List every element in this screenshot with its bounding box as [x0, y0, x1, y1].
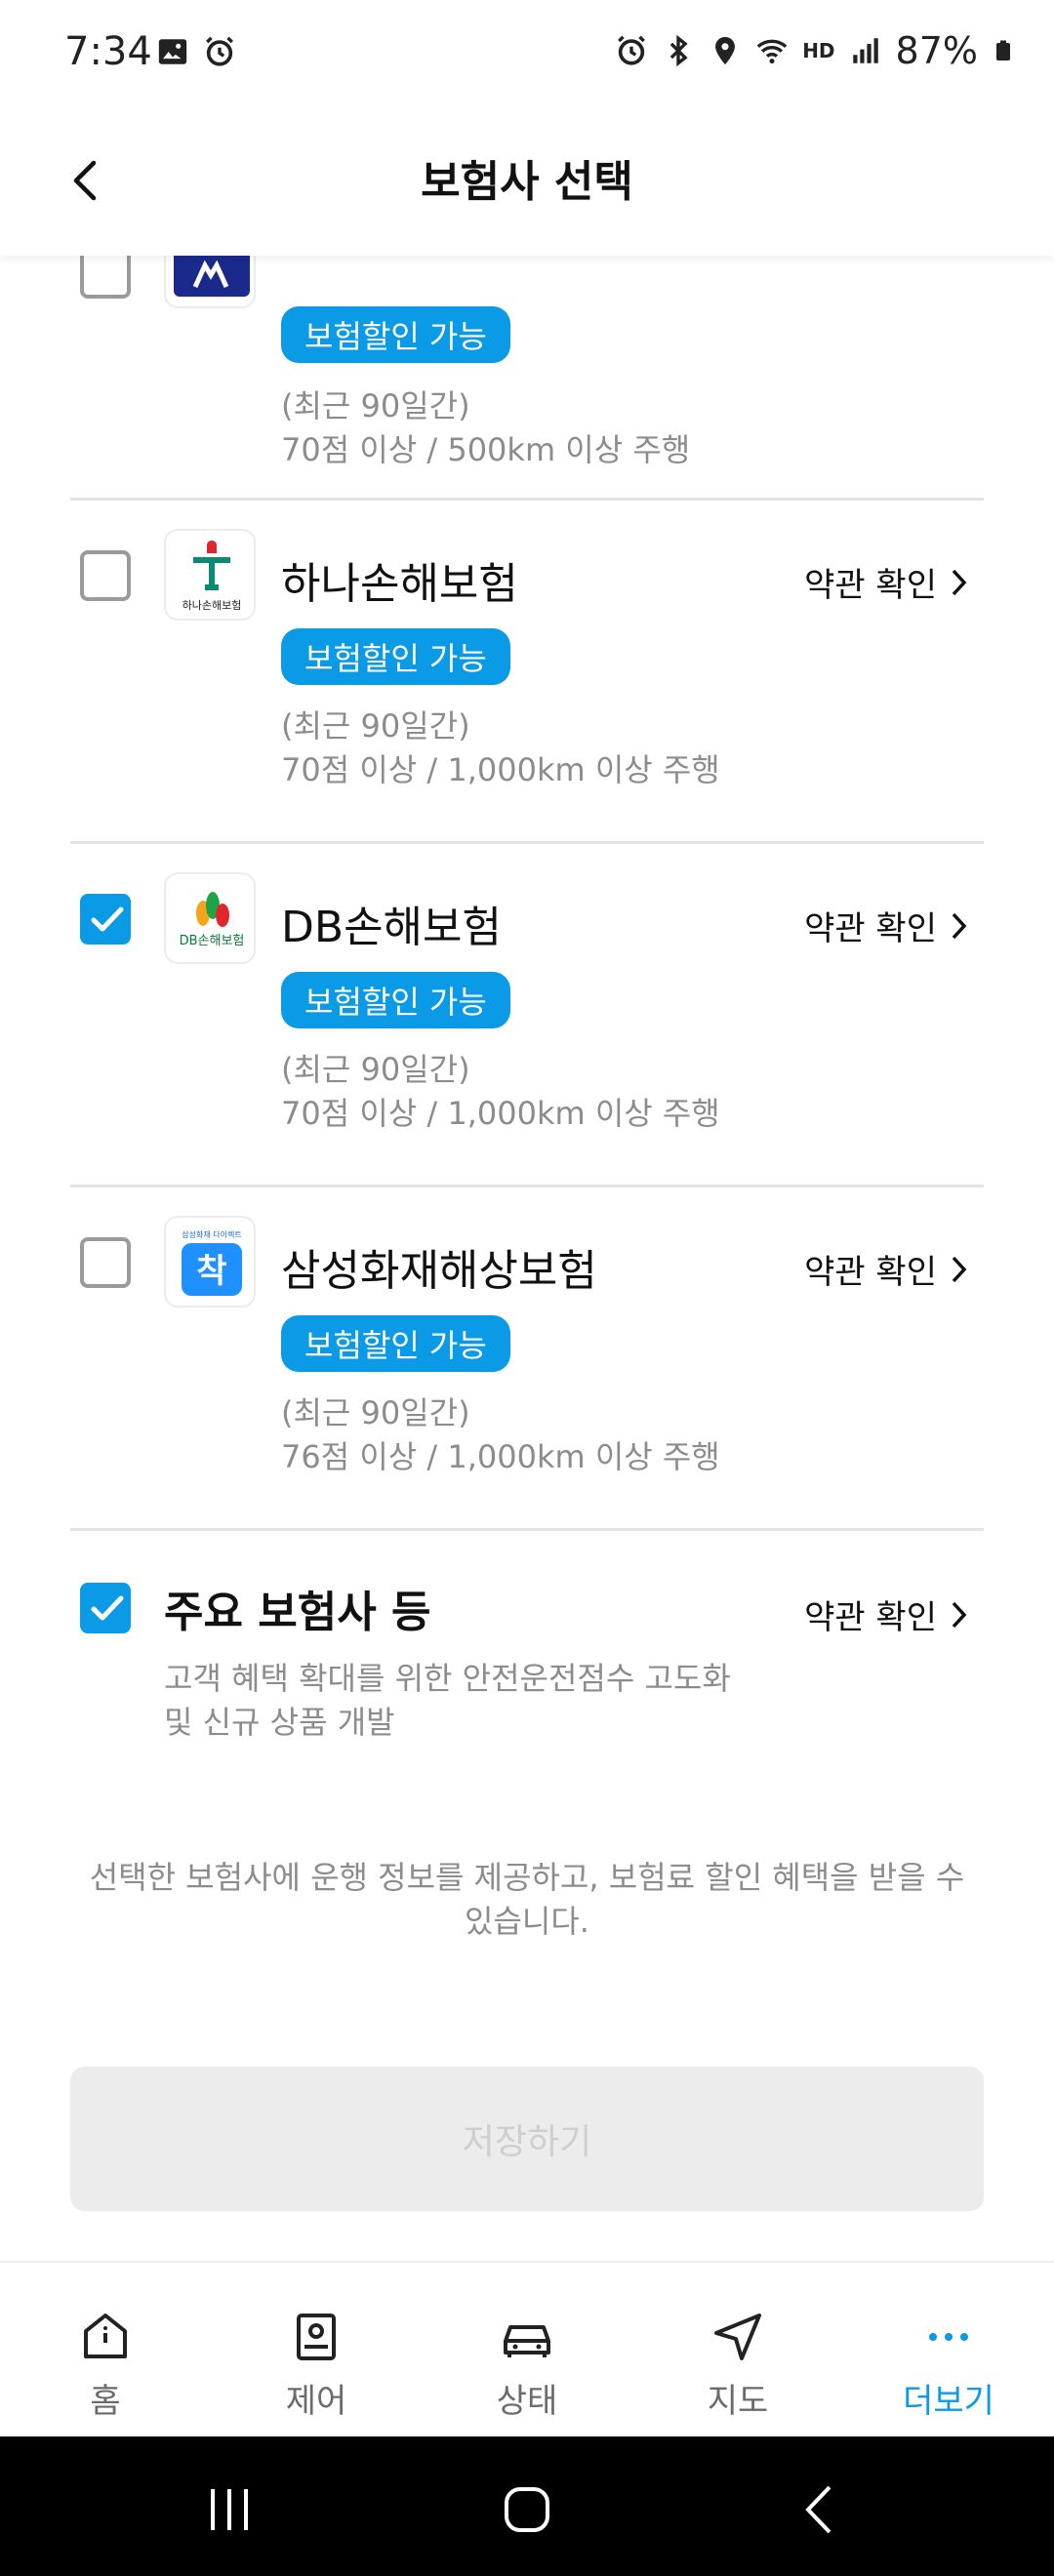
major-insurers-label: 주요 보험사 등	[164, 1588, 431, 1637]
insurer-item-samsung: 삼성화재 다이렉트착 삼성화재해상보험 약관 확인 보험할인 가능 (최근 90…	[70, 1216, 984, 1528]
notice-text: 선택한 보험사에 운행 정보를 제공하고, 보험료 할인 혜택을 받을 수 있습…	[70, 1856, 984, 1944]
insurer-checkbox-checked[interactable]	[80, 894, 131, 945]
navigation-icon	[714, 2314, 761, 2360]
chevron-right-icon	[952, 1601, 967, 1628]
terms-label: 약관 확인	[804, 566, 937, 605]
condition-period: (최근 90일간)	[281, 1051, 470, 1088]
location-icon	[715, 36, 736, 65]
divider	[70, 498, 984, 501]
insurer-item-hana: 하나손해보험 하나손해보험 약관 확인 보험할인 가능 (최근 90일간) 70…	[70, 529, 984, 841]
wifi-icon	[756, 39, 788, 64]
home-button-icon[interactable]	[493, 2475, 561, 2544]
chevron-right-icon	[952, 912, 967, 939]
remote-icon	[297, 2314, 336, 2360]
terms-link[interactable]: 약관 확인	[804, 902, 968, 949]
terms-label: 약관 확인	[804, 1253, 937, 1292]
logo-subtext: 삼성화재 다이렉트	[182, 1229, 241, 1239]
insurer-logo	[164, 256, 256, 308]
nav-label: 홈	[90, 2382, 121, 2421]
checkmark-icon	[91, 1595, 124, 1621]
discount-badge: 보험할인 가능	[281, 1315, 510, 1372]
insurer-item-db: DB손해보험 DB손해보험 약관 확인 보험할인 가능 (최근 90일간) 70…	[70, 872, 984, 1185]
battery-icon	[996, 40, 1010, 60]
app-header: 보험사 선택	[0, 107, 1054, 256]
terms-link[interactable]: 약관 확인	[804, 558, 968, 606]
condition-detail: 70점 이상 / 500km 이상 주행	[281, 431, 691, 468]
save-button[interactable]: 저장하기	[70, 2067, 984, 2211]
samsung-logo: 삼성화재 다이렉트착	[164, 1216, 256, 1308]
discount-badge: 보험할인 가능	[281, 628, 510, 685]
checkmark-icon	[91, 906, 124, 932]
battery-percent: 87%	[895, 29, 978, 72]
divider	[70, 841, 984, 844]
discount-badge: 보험할인 가능	[281, 972, 510, 1028]
nav-home[interactable]: 홈	[0, 2263, 211, 2436]
divider	[70, 1185, 984, 1187]
alarm-icon	[618, 35, 646, 65]
recent-apps-icon[interactable]	[195, 2475, 264, 2544]
alarm-icon	[206, 36, 233, 66]
insurer-name: DB손해보험	[281, 903, 502, 952]
discount-badge: 보험할인 가능	[281, 306, 510, 363]
terms-link[interactable]: 약관 확인	[804, 1245, 968, 1293]
hd-voice-label: HD	[802, 39, 835, 62]
insurer-name: 하나손해보험	[281, 559, 518, 609]
insurer-item: 보험할인 가능 (최근 90일간) 70점 이상 / 500km 이상 주행	[70, 256, 984, 509]
insurer-checkbox[interactable]	[80, 1237, 131, 1288]
status-time: 7:34	[64, 29, 152, 74]
insurer-list[interactable]: 보험할인 가능 (최근 90일간) 70점 이상 / 500km 이상 주행 하…	[0, 256, 1054, 2261]
back-button-icon[interactable]	[787, 2475, 855, 2544]
nav-status[interactable]: 상태	[422, 2263, 632, 2436]
bottom-navigation: 홈 제어 상태 지도 더보기	[0, 2261, 1054, 2436]
major-insurers-checkbox-checked[interactable]	[80, 1583, 131, 1633]
bluetooth-icon	[669, 34, 688, 67]
condition-period: (최근 90일간)	[281, 1394, 470, 1431]
divider	[70, 1528, 984, 1531]
notice-line: 있습니다.	[465, 1903, 589, 1940]
db-logo: DB손해보험	[164, 872, 256, 964]
home-icon	[84, 2314, 127, 2358]
nav-label: 지도	[707, 2382, 769, 2421]
notice-line: 선택한 보험사에 운행 정보를 제공하고, 보험료 할인 혜택을 받을 수	[89, 1859, 965, 1896]
logo-text: 착	[196, 1252, 226, 1291]
nav-more[interactable]: 더보기	[843, 2263, 1054, 2436]
insurer-name: 삼성화재해상보험	[281, 1246, 597, 1296]
nav-label: 상태	[496, 2382, 558, 2421]
major-insurers-desc: 및 신규 상품 개발	[164, 1704, 395, 1741]
nav-label: 제어	[285, 2382, 347, 2421]
condition-detail: 70점 이상 / 1,000km 이상 주행	[281, 751, 720, 788]
page-title: 보험사 선택	[421, 157, 633, 207]
system-navigation-bar	[0, 2436, 1054, 2576]
condition-period: (최근 90일간)	[281, 387, 470, 424]
nav-map[interactable]: 지도	[632, 2263, 843, 2436]
terms-label: 약관 확인	[804, 909, 937, 948]
gallery-icon	[158, 39, 187, 64]
nav-label: 더보기	[903, 2382, 994, 2421]
car-icon	[504, 2325, 550, 2357]
condition-period: (최근 90일간)	[281, 707, 470, 745]
terms-label: 약관 확인	[804, 1598, 937, 1637]
chevron-right-icon	[952, 569, 967, 595]
more-icon	[929, 2333, 968, 2341]
condition-detail: 70점 이상 / 1,000km 이상 주행	[281, 1095, 720, 1132]
nav-remote[interactable]: 제어	[211, 2263, 422, 2436]
major-insurers-item: 주요 보험사 등 약관 확인 고객 혜택 확대를 위한 안전운전점수 고도화 및…	[70, 1561, 984, 1756]
hana-logo: 하나손해보험	[164, 529, 256, 621]
insurer-checkbox[interactable]	[80, 550, 131, 601]
terms-link[interactable]: 약관 확인	[804, 1590, 968, 1638]
condition-detail: 76점 이상 / 1,000km 이상 주행	[281, 1438, 720, 1475]
insurer-checkbox[interactable]	[80, 256, 131, 299]
status-bar: 7:34 HD 87%	[0, 0, 1054, 107]
logo-text: DB손해보험	[180, 934, 245, 948]
signal-icon	[852, 38, 878, 63]
chevron-right-icon	[952, 1256, 967, 1282]
major-insurers-desc: 고객 혜택 확대를 위한 안전운전점수 고도화	[164, 1660, 731, 1697]
logo-text: 하나손해보험	[182, 598, 242, 612]
